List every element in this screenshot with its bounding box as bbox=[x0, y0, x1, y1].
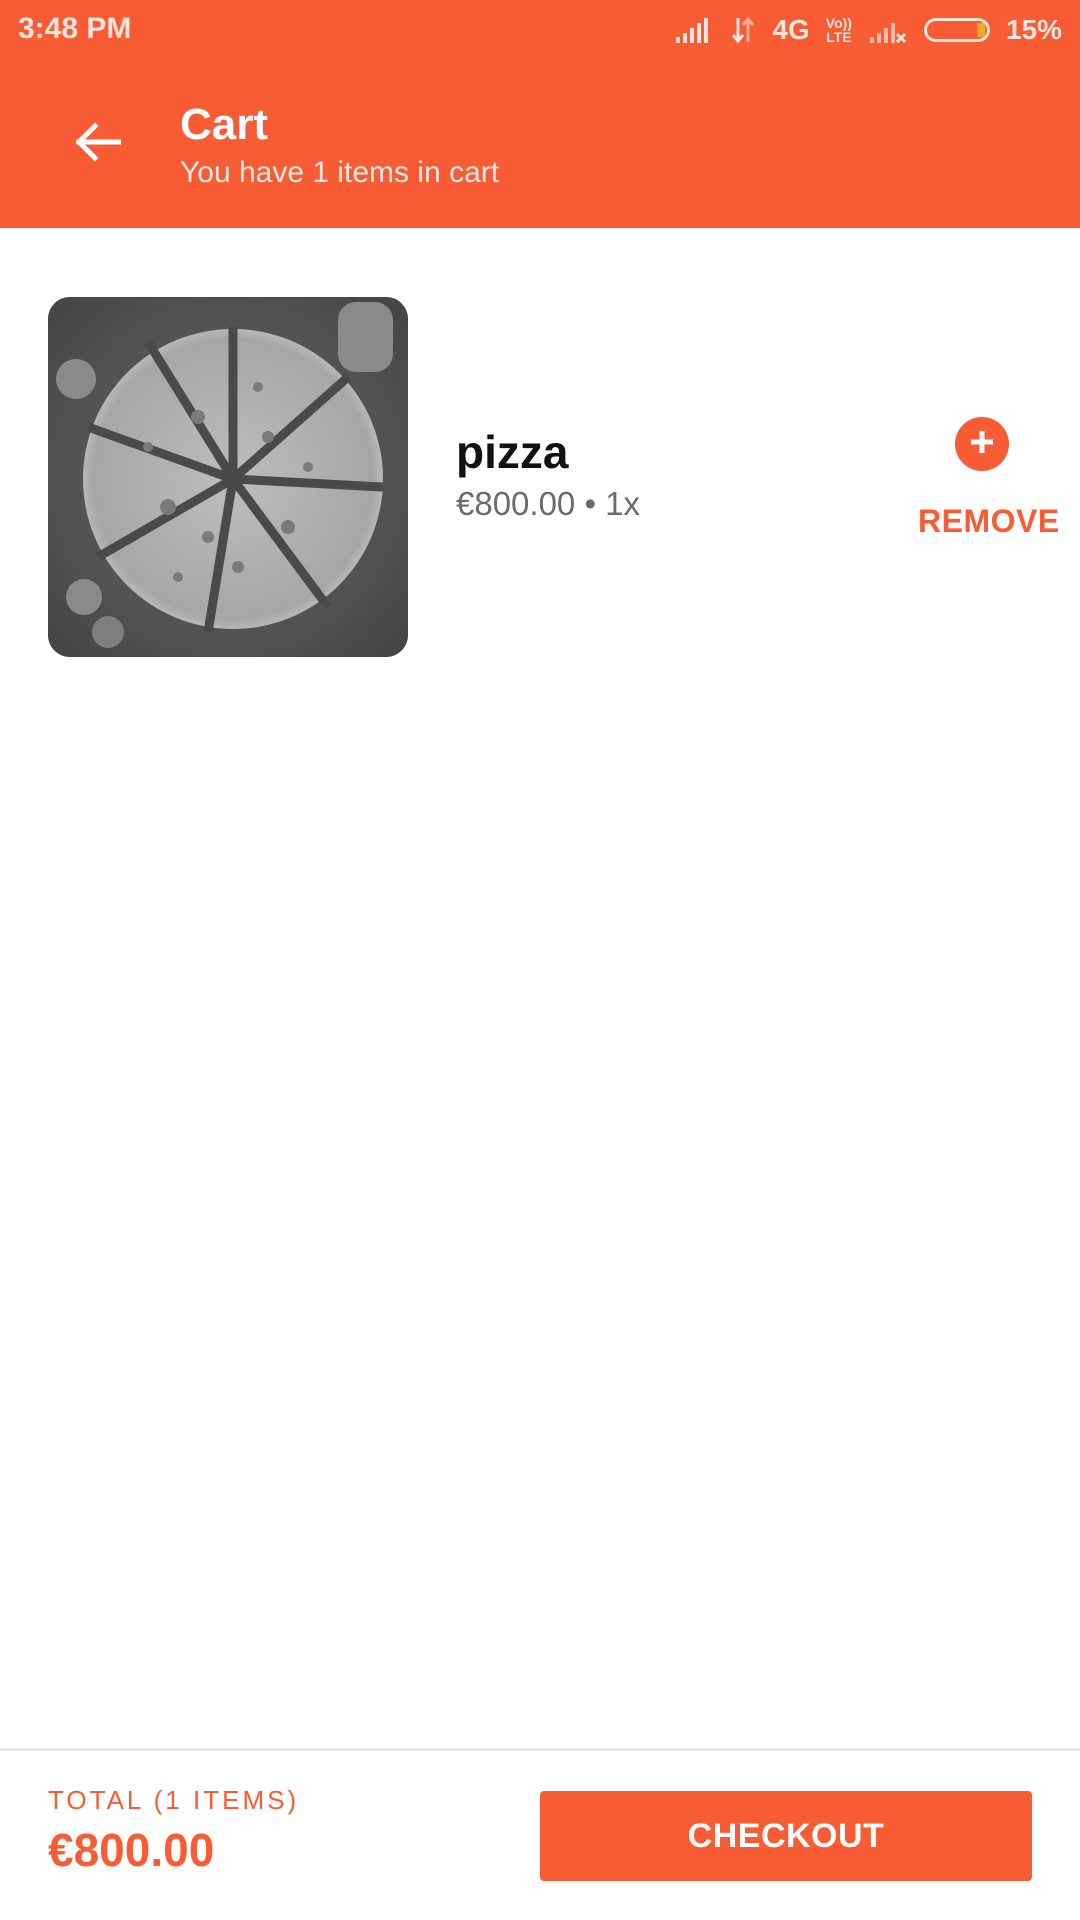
status-bar: 3:48 PM 4G Vo)) LTE 15% bbox=[0, 0, 1080, 60]
no-signal-icon bbox=[868, 17, 908, 43]
data-arrows-icon bbox=[730, 16, 756, 44]
page-subtitle: You have 1 items in cart bbox=[180, 156, 500, 189]
item-name: pizza bbox=[456, 426, 569, 478]
plus-circle-icon bbox=[967, 427, 997, 462]
remove-button[interactable]: REMOVE bbox=[918, 503, 1060, 540]
back-button[interactable] bbox=[66, 112, 130, 176]
volte-bottom: LTE bbox=[826, 29, 852, 45]
arrow-left-icon bbox=[75, 121, 122, 167]
app-bar: Cart You have 1 items in cart bbox=[0, 60, 1080, 228]
page-title: Cart bbox=[180, 100, 269, 149]
total-value: €800.00 bbox=[48, 1824, 215, 1876]
battery-percent: 15% bbox=[1005, 14, 1062, 45]
item-price-quantity: €800.00 • 1x bbox=[456, 485, 641, 522]
status-icons: 4G Vo)) LTE 15% bbox=[674, 10, 1062, 50]
signal-icon bbox=[674, 17, 714, 43]
total-label: TOTAL (1 ITEMS) bbox=[48, 1785, 300, 1815]
add-quantity-button[interactable] bbox=[955, 417, 1009, 471]
checkout-button[interactable]: CHECKOUT bbox=[540, 1791, 1032, 1881]
checkout-bar: TOTAL (1 ITEMS) €800.00 CHECKOUT bbox=[0, 1748, 1080, 1920]
cart-item[interactable]: pizza €800.00 • 1x REMOVE bbox=[0, 295, 1080, 660]
network-type: 4G bbox=[772, 14, 810, 45]
battery-icon bbox=[923, 18, 990, 42]
pizza-photo bbox=[48, 297, 408, 657]
volte-icon: Vo)) LTE bbox=[826, 16, 852, 44]
status-time: 3:48 PM bbox=[18, 12, 132, 45]
